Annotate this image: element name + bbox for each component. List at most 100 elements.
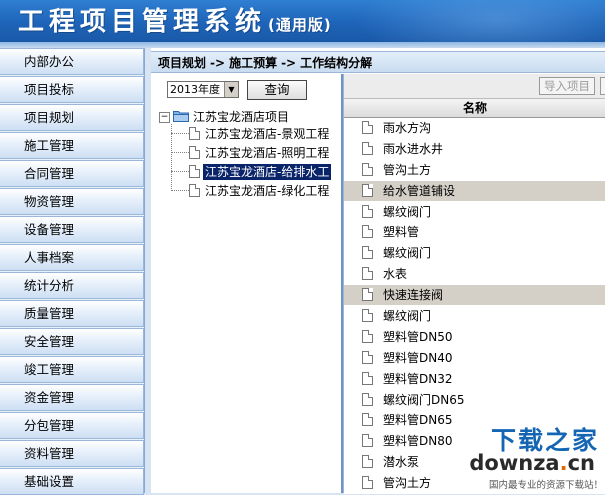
list-item-name: 螺纹阀门DN65: [383, 392, 465, 407]
list-item[interactable]: 雨水进水井: [344, 139, 605, 160]
tree-node[interactable]: 江苏宝龙酒店-绿化工程: [171, 182, 331, 200]
document-icon: [362, 183, 373, 197]
list-item-name: 螺纹阀门: [383, 204, 432, 219]
list-item-name: 塑料管DN50: [383, 329, 453, 344]
sidebar-nav: 内部办公 项目投标 项目规划 施工管理 合同管理 物资管理 设备管理 人事档案 统计分析 质量管理…: [0, 48, 145, 495]
sidebar-item[interactable]: 资金管理: [0, 384, 144, 411]
breadcrumb-item[interactable]: 施工预算: [229, 56, 277, 70]
list-item-name: 快速连接阀: [383, 288, 444, 303]
tree-node-label: 江苏宝龙酒店-景观工程: [205, 127, 330, 141]
list-item-name: 雨水方沟: [383, 121, 432, 135]
list-item-name: 塑料管DN80: [383, 434, 453, 449]
breadcrumb-item[interactable]: 项目规划: [158, 56, 206, 70]
sidebar-item[interactable]: 项目投标: [0, 76, 144, 103]
document-icon: [189, 127, 200, 140]
watermark-slogan: 国内最专业的资源下载站！: [488, 480, 603, 491]
list-item[interactable]: 塑料管DN32: [344, 369, 605, 390]
document-icon: [362, 246, 373, 260]
tree-node-label: 江苏宝龙酒店-照明工程: [205, 146, 330, 160]
sidebar-item[interactable]: 内部办公: [0, 48, 144, 75]
project-tree-panel: 2013年度 ▼ 查询 − 江苏宝龙酒店项目 江苏宝龙酒店-景观工程 江苏宝龙酒店-…: [151, 74, 343, 493]
collapse-toggle-icon[interactable]: −: [159, 112, 170, 123]
app-header: 工程项目管理系统 (通用版): [0, 0, 605, 42]
list-item[interactable]: 水表: [344, 264, 605, 286]
list-item-name: 潜水泵: [383, 455, 420, 470]
list-item[interactable]: 给水管道铺设: [344, 180, 605, 202]
tree-root-label: 江苏宝龙酒店项目: [193, 110, 290, 124]
tree-connector: [171, 133, 189, 134]
tree-node[interactable]: 江苏宝龙酒店-景观工程: [171, 125, 331, 143]
app-title-text: 工程项目管理系统: [18, 7, 267, 37]
sidebar-item[interactable]: 物资管理: [0, 188, 144, 215]
document-icon: [362, 476, 373, 490]
year-select[interactable]: 2013年度 ▼: [167, 81, 239, 98]
dropdown-arrow-icon[interactable]: ▼: [224, 82, 238, 97]
document-icon: [362, 204, 373, 218]
list-item[interactable]: 螺纹阀门: [344, 243, 605, 265]
list-item-name: 螺纹阀门: [383, 309, 432, 324]
list-item-name: 塑料管: [383, 225, 420, 240]
list-item[interactable]: 塑料管DN50: [344, 327, 605, 348]
tree-node-label: 江苏宝龙酒店-绿化工程: [205, 184, 330, 198]
document-icon: [362, 141, 373, 155]
document-icon: [362, 371, 373, 385]
import-project-button[interactable]: 导入项目: [539, 77, 595, 95]
list-item-name: 塑料管DN40: [383, 350, 453, 365]
list-item[interactable]: 螺纹阀门DN65: [344, 390, 605, 411]
sidebar-item[interactable]: 分包管理: [0, 412, 144, 439]
tree-node[interactable]: 江苏宝龙酒店-照明工程: [171, 144, 331, 162]
document-icon: [362, 267, 373, 281]
list-item-name: 螺纹阀门: [383, 246, 432, 261]
toolbar-overflow-button[interactable]: [600, 77, 605, 95]
query-button[interactable]: 查询: [247, 80, 307, 100]
list-item-name: 管沟土方: [383, 162, 432, 177]
list-item[interactable]: 雨水方沟: [344, 118, 605, 139]
sidebar-item[interactable]: 人事档案: [0, 244, 144, 271]
header-glow: [355, 0, 605, 42]
document-icon: [189, 184, 200, 197]
sidebar-item[interactable]: 设备管理: [0, 216, 144, 243]
tree-root[interactable]: − 江苏宝龙酒店项目: [159, 108, 289, 126]
sidebar-item[interactable]: 资料管理: [0, 440, 144, 467]
document-icon: [362, 434, 373, 448]
sidebar-item[interactable]: 安全管理: [0, 328, 144, 355]
breadcrumb-separator: ->: [281, 56, 297, 70]
document-icon: [362, 455, 373, 469]
app-title: 工程项目管理系统 (通用版): [18, 1, 332, 38]
watermark: 下载之家 downza.cn 国内最专业的资源下载站！: [463, 421, 605, 493]
tree-connector: [171, 190, 189, 191]
sidebar-item[interactable]: 合同管理: [0, 160, 144, 187]
breadcrumb: 项目规划 -> 施工预算 -> 工作结构分解: [151, 51, 605, 73]
document-icon: [362, 392, 373, 406]
watermark-site-dot: .: [559, 451, 568, 475]
document-icon: [362, 329, 373, 343]
watermark-site-prefix: downza: [469, 451, 560, 475]
app-edition: (通用版): [268, 16, 332, 34]
list-item-name: 管沟土方: [383, 476, 432, 491]
column-header-name[interactable]: 名称: [344, 98, 605, 118]
list-item[interactable]: 快速连接阀: [344, 285, 605, 307]
year-select-value: 2013年度: [170, 83, 220, 96]
sidebar-item[interactable]: 施工管理: [0, 132, 144, 159]
list-item[interactable]: 管沟土方: [344, 160, 605, 181]
tree-node[interactable]: 江苏宝龙酒店-给排水工: [171, 163, 333, 181]
document-icon: [362, 350, 373, 364]
document-icon: [362, 288, 373, 302]
document-icon: [362, 413, 373, 427]
sidebar-item[interactable]: 质量管理: [0, 300, 144, 327]
sidebar-item[interactable]: 基础设置: [0, 468, 144, 495]
document-icon: [362, 162, 373, 176]
sidebar-item[interactable]: 统计分析: [0, 272, 144, 299]
sidebar-item[interactable]: 项目规划: [0, 104, 144, 131]
tree-connector: [171, 171, 189, 172]
sidebar-item[interactable]: 竣工管理: [0, 356, 144, 383]
watermark-site-suffix: cn: [567, 451, 595, 475]
list-item[interactable]: 螺纹阀门: [344, 306, 605, 327]
list-item[interactable]: 塑料管: [344, 222, 605, 244]
list-item-name: 塑料管DN32: [383, 371, 453, 386]
list-item[interactable]: 螺纹阀门: [344, 202, 605, 223]
list-toolbar: 导入项目: [344, 74, 605, 98]
breadcrumb-item: 工作结构分解: [300, 56, 373, 70]
list-item[interactable]: 塑料管DN40: [344, 348, 605, 369]
document-icon: [362, 225, 373, 239]
